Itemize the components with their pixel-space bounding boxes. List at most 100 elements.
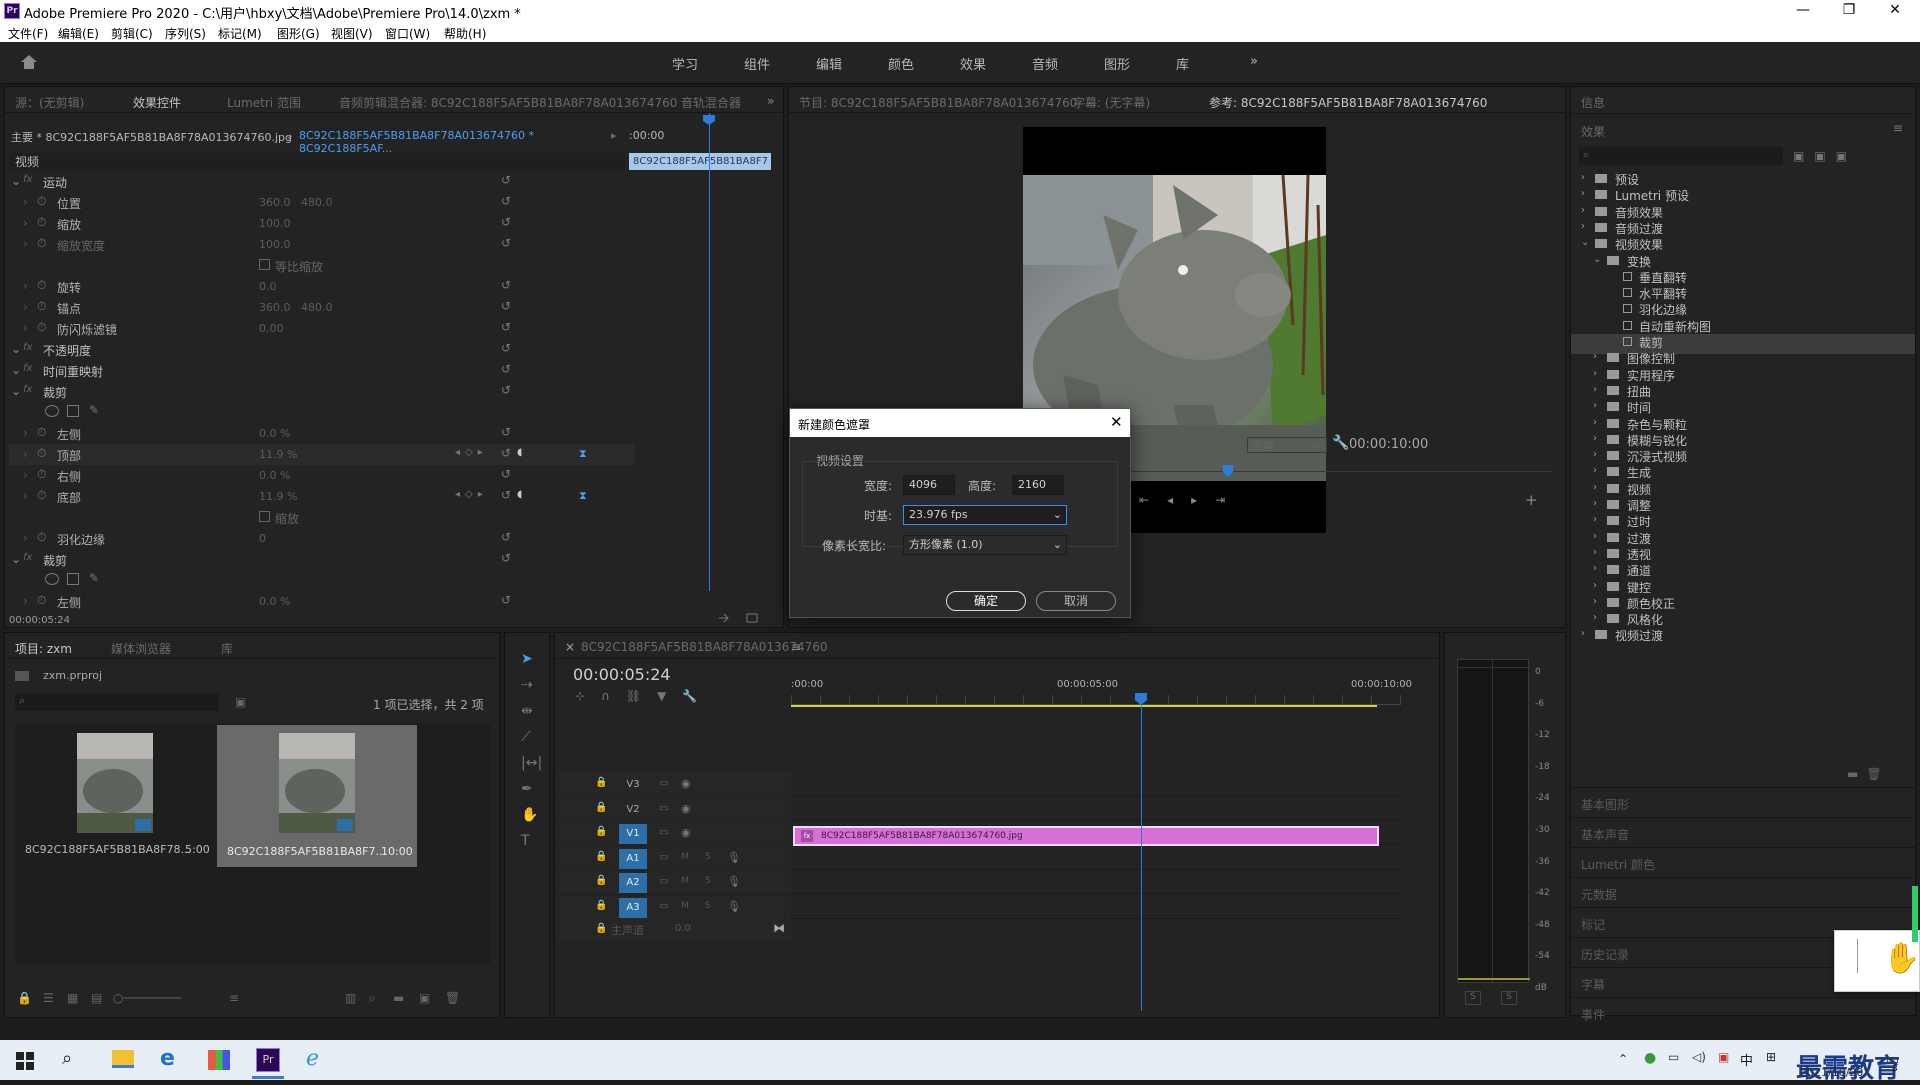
workspace-color[interactable]: 颜色	[888, 54, 914, 73]
rectangle-mask-icon[interactable]	[67, 405, 79, 417]
effect-property-row[interactable]: 缩放	[9, 507, 634, 528]
track-target[interactable]: V2	[619, 800, 647, 820]
expand-arrow-icon[interactable]: ›	[23, 468, 28, 482]
track-lane[interactable]	[791, 896, 1401, 919]
timeline-track[interactable]: 🔒 A2 ▭ M S 🎙	[555, 871, 1439, 895]
new-bin-from-search-icon[interactable]: ▣	[235, 695, 246, 709]
sequence-clip-dropdown[interactable]: 8C92C188F5AF5B81BA8F78A013674760 * 8C92C…	[299, 129, 625, 155]
reset-icon[interactable]: ↺	[501, 446, 511, 460]
fx-toggle-icon[interactable]: fx	[23, 342, 32, 353]
ie-browser-icon[interactable]: ℯ	[306, 1046, 319, 1071]
tab-lumetri-scopes[interactable]: Lumetri 范围	[227, 94, 301, 111]
zoom-slider[interactable]: ○────────	[113, 991, 181, 1005]
property-value[interactable]: 0.0 %	[259, 595, 290, 608]
chevron-right-icon[interactable]: ›	[1593, 547, 1597, 558]
track-target[interactable]: A1	[619, 849, 647, 869]
sync-lock-icon[interactable]: ▭	[659, 852, 668, 863]
stopwatch-icon[interactable]: ⏱	[37, 593, 46, 608]
expand-arrow-icon[interactable]: ›	[23, 195, 28, 209]
property-value-y[interactable]: 480.0	[301, 301, 333, 314]
tab-libraries[interactable]: 库	[221, 640, 233, 657]
reset-icon[interactable]: ↺	[501, 593, 511, 607]
track-select-tool-icon[interactable]: ⇢	[521, 677, 533, 693]
property-value[interactable]: 100.0	[259, 238, 291, 251]
sort-icon[interactable]: ≡	[229, 991, 239, 1005]
menu-window[interactable]: 窗口(W)	[385, 25, 430, 42]
snap-icon[interactable]: ∩	[601, 689, 626, 703]
menu-view[interactable]: 视图(V)	[331, 25, 373, 42]
lock-icon[interactable]: 🔒	[595, 777, 607, 788]
track-target[interactable]: V1	[619, 824, 647, 844]
effects-search-input[interactable]: ⌕	[1579, 147, 1783, 165]
collapsed-panel-section[interactable]: 事件	[1571, 997, 1915, 1025]
reset-icon[interactable]: ↺	[501, 320, 511, 334]
workspace-audio[interactable]: 音频	[1032, 54, 1058, 73]
expand-arrow-icon[interactable]: ⌄	[11, 384, 21, 398]
reset-icon[interactable]: ↺	[501, 215, 511, 229]
microphone-icon[interactable]: 🎙	[727, 875, 741, 888]
fx-toggle-icon[interactable]: fx	[23, 174, 32, 185]
timeline-settings-icon[interactable]: 🔧	[682, 689, 713, 703]
reset-icon[interactable]: ↺	[501, 530, 511, 544]
step-forward-icon[interactable]: ▸	[1191, 493, 1215, 507]
stopwatch-icon[interactable]: ⏱	[37, 425, 46, 440]
stopwatch-icon[interactable]: ⏱	[37, 194, 46, 209]
workspace-effects[interactable]: 效果	[960, 54, 986, 73]
fx-toggle-icon[interactable]: fx	[23, 363, 32, 374]
list-view-icon[interactable]: ☰	[43, 991, 54, 1005]
chevron-right-icon[interactable]: ›	[1593, 368, 1597, 379]
close-sequence-icon[interactable]: ×	[565, 640, 575, 654]
chevron-right-icon[interactable]: ›	[1593, 449, 1597, 460]
chevron-right-icon[interactable]: ›	[1593, 514, 1597, 525]
collapsed-panel-section[interactable]: 基本图形	[1571, 787, 1915, 815]
project-item[interactable]: 8C92C188F5AF5B81BA8F78... 5:00	[17, 725, 213, 865]
show-hidden-icons[interactable]: ⌃	[1618, 1052, 1628, 1066]
lock-icon[interactable]: 🔒	[595, 802, 607, 813]
microphone-icon[interactable]: 🎙	[727, 900, 741, 913]
keyframe-navigator[interactable]: ◂◇▸	[455, 489, 488, 500]
reset-icon[interactable]: ↺	[501, 194, 511, 208]
network-icon[interactable]: ▭	[1668, 1050, 1679, 1064]
property-value[interactable]: 0.00	[259, 322, 284, 335]
go-to-end-icon[interactable]: ⧓	[773, 921, 785, 935]
yuv-effects-icon[interactable]: ▣	[1836, 149, 1857, 163]
scrollbar-indicator[interactable]	[1912, 886, 1918, 942]
effect-property-row[interactable]: › ⏱ 羽化边缘 0 ↺	[9, 528, 634, 549]
track-lane[interactable]	[791, 773, 1401, 796]
collapsed-panel-section[interactable]: 元数据	[1571, 877, 1915, 905]
workspace-editing[interactable]: 编辑	[816, 54, 842, 73]
effect-property-row[interactable]: › ⏱ 右侧 0.0 % ↺	[9, 465, 634, 486]
chevron-right-icon[interactable]: ›	[1593, 400, 1597, 411]
windows-start-icon[interactable]	[16, 1052, 34, 1070]
menu-help[interactable]: 帮助(H)	[444, 25, 486, 42]
tab-audio-track-mixer[interactable]: 音轨混合器	[681, 94, 741, 111]
stopwatch-icon[interactable]: ⏱	[37, 236, 46, 251]
mute-icon[interactable]: M	[681, 852, 689, 862]
property-value[interactable]: 360.0	[259, 196, 291, 209]
tab-info[interactable]: 信息	[1581, 94, 1605, 111]
play-only-icon[interactable]: ▸	[611, 129, 617, 142]
automate-to-sequence-icon[interactable]: ▥	[345, 991, 356, 1005]
effect-property-row[interactable]: 等比缩放	[9, 255, 634, 276]
expand-arrow-icon[interactable]: ⌄	[11, 342, 21, 356]
property-value[interactable]: 11.9 %	[259, 490, 297, 503]
effect-property-row[interactable]: › ⏱ 左侧 0.0 % ↺	[9, 591, 634, 612]
keyframe-marker-icon[interactable]: ◖	[517, 489, 522, 500]
track-lane[interactable]	[791, 871, 1401, 894]
pixel-aspect-dropdown[interactable]: 方形像素 (1.0) ⌄	[903, 535, 1067, 555]
expand-arrow-icon[interactable]: ›	[23, 300, 28, 314]
menu-marker[interactable]: 标记(M)	[218, 25, 262, 42]
home-icon[interactable]	[20, 54, 38, 70]
timeline-track[interactable]: 🔒 A1 ▭ M S 🎙	[555, 847, 1439, 871]
rectangle-mask-icon[interactable]	[67, 573, 79, 585]
expand-arrow-icon[interactable]: ›	[23, 237, 28, 251]
stopwatch-icon[interactable]: ⏱	[37, 467, 46, 482]
premiere-taskbar-icon[interactable]: Pr	[256, 1048, 280, 1072]
mini-timeline-clip[interactable]: 8C92C188F5AF5B81BA8F7	[629, 153, 771, 170]
expand-arrow-icon[interactable]: ›	[23, 594, 28, 608]
chevron-right-icon[interactable]: ›	[1581, 172, 1585, 183]
effect-property-row[interactable]: ⌄ fx 时间重映射 ↺	[9, 360, 634, 381]
program-time-ruler[interactable]	[1079, 471, 1553, 472]
reset-icon[interactable]: ↺	[501, 341, 511, 355]
checkbox[interactable]	[259, 511, 270, 522]
